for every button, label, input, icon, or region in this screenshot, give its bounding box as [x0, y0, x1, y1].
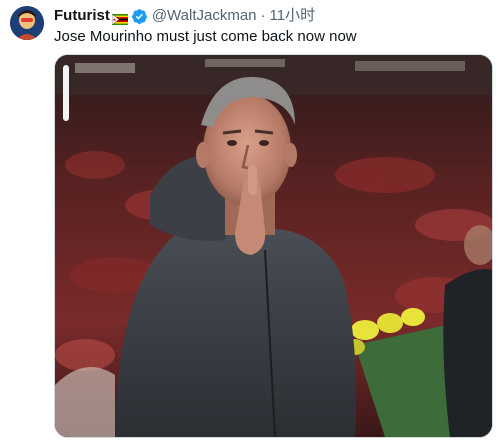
display-name[interactable]: Futurist	[54, 6, 110, 26]
video-scrubber-handle[interactable]	[63, 65, 69, 121]
video-media[interactable]	[54, 54, 493, 438]
avatar[interactable]	[10, 6, 44, 40]
user-handle[interactable]: @WaltJackman	[152, 6, 257, 26]
verified-badge-icon	[131, 8, 148, 25]
video-frame-image	[55, 55, 492, 437]
timestamp[interactable]: 11小时	[270, 6, 316, 26]
separator-dot: ·	[260, 7, 266, 24]
zimbabwe-flag-icon	[111, 11, 128, 25]
tweet-text: Jose Mourinho must just come back now no…	[54, 28, 357, 45]
tweet-header: Futurist @WaltJackman · 11小时	[54, 6, 315, 26]
